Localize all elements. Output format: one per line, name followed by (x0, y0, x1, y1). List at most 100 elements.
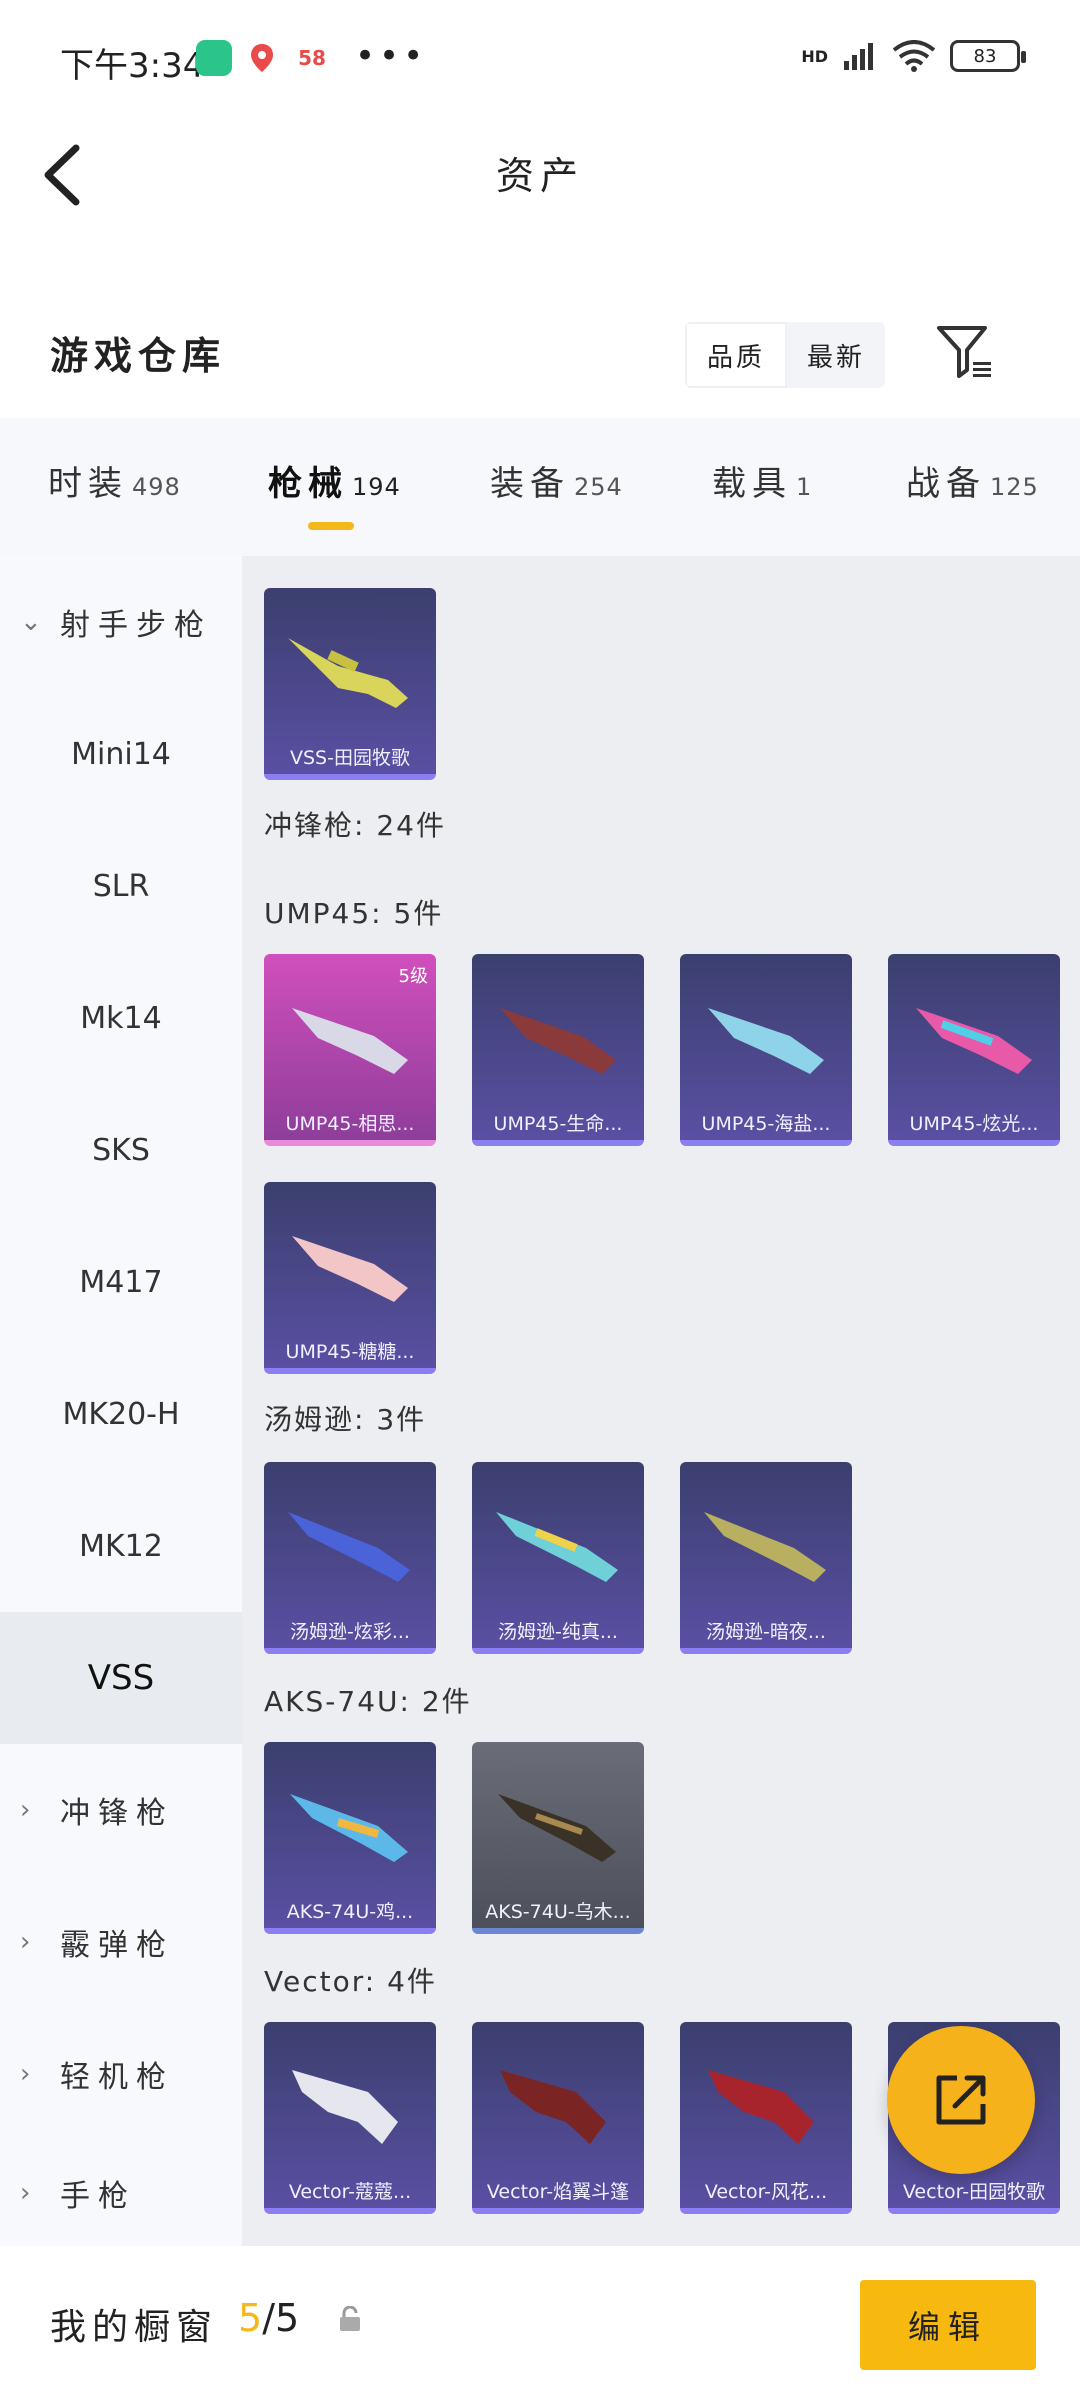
sidebar-item-vss[interactable]: VSS (0, 1612, 242, 1744)
active-tab-indicator (308, 522, 354, 530)
weapon-name: UMP45-糖糖... (285, 1341, 415, 1363)
tab-firearms[interactable]: 枪械 194 (268, 456, 401, 505)
tab-label: 时装 (48, 464, 128, 504)
weapon-card[interactable]: Vector-蔻蔻... (264, 2022, 436, 2214)
weapon-name: Vector-焰翼斗篷 (486, 2181, 630, 2203)
weapon-image (708, 1008, 824, 1074)
edit-button[interactable]: 编辑 (860, 2280, 1036, 2370)
weapon-grid: VSS-田园牧歌 冲锋枪: 24件 UMP45: 5件 5级 UMP45-相思.… (242, 556, 1080, 2246)
battery-icon: 83 (950, 40, 1026, 72)
sidebar-group-shotgun[interactable]: › 霰弹枪 (0, 1876, 242, 2008)
weapon-name: AKS-74U-乌木... (485, 1901, 631, 1923)
more-notifications-icon: ••• (355, 36, 428, 76)
tab-supplies[interactable]: 战备 125 (906, 456, 1039, 505)
share-button[interactable] (887, 2026, 1035, 2174)
sort-toggle: 品质 最新 (685, 322, 885, 388)
status-time: 下午3:34 (60, 46, 205, 86)
weapon-name: UMP45-相思... (285, 1113, 415, 1135)
weapon-name: Vector-风花... (704, 2181, 828, 2203)
chevron-right-icon: › (20, 1927, 39, 1957)
sidebar-group-label: 手枪 (60, 2179, 136, 2214)
weapon-image (500, 1008, 616, 1074)
category-tabs: 时装 498 枪械 194 装备 254 载具 1 战备 125 (0, 418, 1080, 556)
sidebar-item-slr[interactable]: SLR (0, 820, 242, 952)
tab-label: 装备 (490, 464, 570, 504)
weapon-name: VSS-田园牧歌 (290, 747, 410, 769)
weapon-card[interactable]: 汤姆逊-纯真... (472, 1462, 644, 1654)
chevron-right-icon: › (20, 2059, 39, 2089)
weapon-card[interactable]: Vector-焰翼斗篷 (472, 2022, 644, 2214)
weapon-sidebar: ⌄ 射手步枪 Mini14 SLR Mk14 SKS M417 MK20-H M… (0, 556, 242, 2246)
weapon-card[interactable]: UMP45-糖糖... (264, 1182, 436, 1374)
weapon-card[interactable]: AKS-74U-乌木... (472, 1742, 644, 1934)
sidebar-group-pistol[interactable]: › 手枪 (0, 2140, 242, 2246)
weapon-image (496, 1512, 618, 1582)
weapon-image (916, 1008, 1032, 1074)
sidebar-item-sks[interactable]: SKS (0, 1084, 242, 1216)
weapon-image (498, 1794, 616, 1862)
signal-icon (844, 43, 873, 70)
tab-fashion[interactable]: 时装 498 (48, 456, 181, 505)
weapon-card[interactable]: 汤姆逊-炫彩... (264, 1462, 436, 1654)
status-right: HD 83 (801, 40, 1026, 72)
chevron-right-icon: › (20, 1795, 39, 1825)
sidebar-group-marksman[interactable]: ⌄ 射手步枪 (0, 556, 242, 688)
sort-newest-button[interactable]: 最新 (787, 322, 885, 388)
weapon-name: UMP45-生命... (493, 1113, 623, 1135)
weapon-name: 汤姆逊-纯真... (498, 1621, 618, 1643)
warehouse-title: 游戏仓库 (50, 334, 227, 378)
weapon-name: Vector-蔻蔻... (288, 2181, 412, 2203)
sidebar-item-m417[interactable]: M417 (0, 1216, 242, 1348)
section-header-smg: 冲锋枪: 24件 (264, 809, 446, 842)
sidebar-group-label: 冲锋枪 (60, 1796, 174, 1831)
weapon-card[interactable]: AKS-74U-鸡... (264, 1742, 436, 1934)
status-bar: 下午3:34 58 ••• HD 83 (0, 0, 1080, 120)
weapon-image (290, 1794, 408, 1862)
tab-count: 498 (132, 473, 181, 501)
sidebar-group-lmg[interactable]: › 轻机枪 (0, 2008, 242, 2140)
showcase-total: /5 (262, 2296, 300, 2340)
weapon-name: 汤姆逊-暗夜... (706, 1621, 826, 1643)
showcase-current: 5 (238, 2296, 263, 2340)
weapon-name: AKS-74U-鸡... (286, 1901, 414, 1923)
sidebar-item-mk20h[interactable]: MK20-H (0, 1348, 242, 1480)
weapon-card[interactable]: UMP45-炫光... (888, 954, 1060, 1146)
sidebar-item-mk12[interactable]: MK12 (0, 1480, 242, 1612)
sort-quality-button[interactable]: 品质 (685, 322, 787, 388)
sidebar-group-smg[interactable]: › 冲锋枪 (0, 1744, 242, 1876)
tab-count: 1 (796, 473, 813, 501)
weapon-name: UMP45-海盐... (701, 1113, 831, 1135)
weapon-card[interactable]: VSS-田园牧歌 (264, 588, 436, 780)
page-title: 资产 (495, 154, 584, 198)
weapon-image (704, 1512, 826, 1582)
sidebar-item-mini14[interactable]: Mini14 (0, 688, 242, 820)
tab-count: 125 (990, 473, 1039, 501)
tab-count: 194 (352, 473, 401, 501)
weapon-name: Vector-田园牧歌 (902, 2181, 1046, 2203)
showcase-bar: 我的橱窗 5/5 编辑 (0, 2246, 1080, 2400)
weapon-image (288, 1512, 410, 1582)
weapon-card[interactable]: UMP45-海盐... (680, 954, 852, 1146)
chevron-down-icon: ⌄ (20, 607, 50, 637)
share-out-icon (936, 2075, 986, 2125)
tab-vehicles[interactable]: 载具 1 (712, 456, 812, 505)
section-header-aks74u: AKS-74U: 2件 (264, 1685, 472, 1718)
showcase-label: 我的橱窗 (50, 2307, 219, 2348)
weapon-image (292, 2070, 398, 2144)
section-header-thompson: 汤姆逊: 3件 (264, 1403, 427, 1436)
chevron-right-icon: › (20, 2178, 39, 2208)
wifi-icon (892, 40, 936, 72)
weapon-card[interactable]: UMP45-生命... (472, 954, 644, 1146)
tab-label: 载具 (712, 464, 792, 504)
lock-icon (340, 2306, 360, 2331)
section-header-vector: Vector: 4件 (264, 1965, 437, 1998)
tab-equipment[interactable]: 装备 254 (490, 456, 623, 505)
green-shield-app-icon (196, 40, 232, 76)
filter-button[interactable] (935, 322, 995, 382)
weapon-card[interactable]: 汤姆逊-暗夜... (680, 1462, 852, 1654)
sidebar-item-mk14[interactable]: Mk14 (0, 952, 242, 1084)
showcase-count: 5/5 (238, 2296, 299, 2340)
weapon-image (292, 1008, 408, 1074)
weapon-card[interactable]: Vector-风花... (680, 2022, 852, 2214)
weapon-card[interactable]: 5级 UMP45-相思... (264, 954, 436, 1146)
